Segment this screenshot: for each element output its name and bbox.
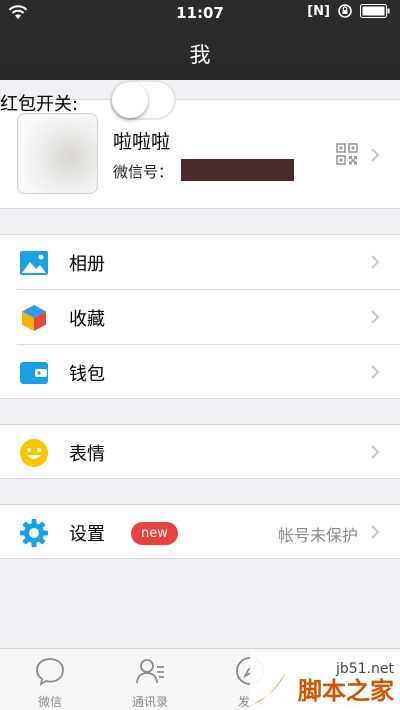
- gear-icon: [20, 519, 48, 547]
- wechat-id-label: 微信号：: [113, 163, 174, 181]
- chevron-right-icon: [371, 148, 380, 162]
- chevron-right-icon: [371, 365, 380, 379]
- wallet-icon: [20, 362, 48, 384]
- menu-label-wallet: 钱包: [69, 364, 105, 385]
- menu-item-favorites[interactable]: 收藏: [0, 290, 400, 344]
- menu-item-stickers[interactable]: 表情: [0, 425, 400, 479]
- smiley-icon: [20, 439, 48, 467]
- chevron-right-icon: [371, 525, 380, 539]
- contacts-icon: [136, 659, 164, 684]
- avatar[interactable]: [17, 113, 98, 194]
- chevron-right-icon: [371, 310, 380, 324]
- album-icon: [20, 251, 48, 275]
- network-indicator: [N]: [307, 3, 330, 19]
- chevron-right-icon: [371, 445, 380, 459]
- watermark-text: 脚本之家: [298, 677, 394, 705]
- page-title: 我: [189, 43, 211, 67]
- status-bar: 11:07 [N]: [0, 0, 400, 26]
- menu-label-favorites: 收藏: [69, 309, 105, 330]
- menu-group-settings: 设置 new 帐号未保护: [0, 504, 400, 559]
- red-packet-toggle-label: 红包开关:: [0, 94, 79, 115]
- tab-label: 微信: [37, 695, 62, 709]
- favorites-cube-icon: [22, 305, 46, 331]
- battery-icon: [360, 4, 390, 18]
- tab-label: 通讯录: [131, 695, 168, 709]
- menu-item-wallet[interactable]: 钱包: [0, 345, 400, 399]
- toggle-knob[interactable]: [112, 82, 148, 118]
- chat-bubble-icon: [36, 658, 64, 686]
- watermark: jb51.net 脚本之家: [250, 652, 400, 710]
- wechat-id-redacted: [181, 159, 294, 181]
- menu-group-stickers: 表情: [0, 424, 400, 479]
- qr-code-icon[interactable]: [336, 143, 358, 165]
- menu-label-settings: 设置: [69, 524, 105, 545]
- menu-item-album[interactable]: 相册: [0, 235, 400, 289]
- account-unprotected-status: 帐号未保护: [277, 526, 358, 545]
- menu-item-settings[interactable]: 设置 new 帐号未保护: [0, 505, 400, 559]
- chevron-right-icon: [371, 255, 380, 269]
- nav-bar: 我: [0, 26, 400, 80]
- menu-label-stickers: 表情: [69, 444, 105, 465]
- profile-name: 啦啦啦: [113, 131, 171, 153]
- menu-group-main: 相册 收藏 钱包: [0, 234, 400, 399]
- tab-chats[interactable]: 微信: [0, 649, 100, 710]
- tab-contacts[interactable]: 通讯录: [100, 649, 200, 710]
- rotation-lock-icon: [338, 4, 352, 18]
- new-badge: new: [131, 522, 178, 545]
- red-packet-toggle[interactable]: [110, 80, 176, 120]
- watermark-logo: [254, 672, 286, 704]
- menu-label-album: 相册: [69, 254, 105, 275]
